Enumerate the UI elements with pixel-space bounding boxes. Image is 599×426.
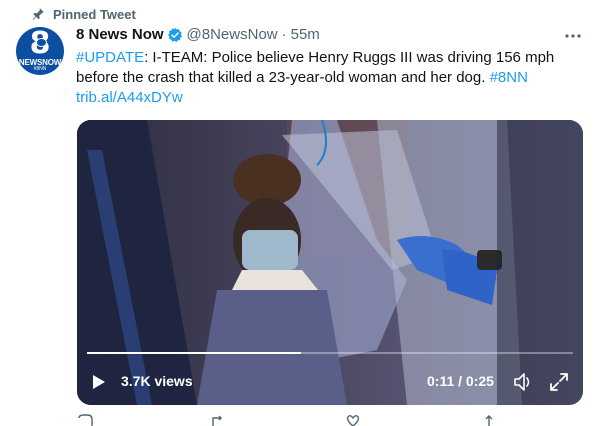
author-name[interactable]: 8 News Now [76,26,164,43]
play-icon[interactable] [91,374,107,390]
tweet-text: #UPDATE: I-TEAM: Police believe Henry Ru… [76,48,576,108]
pin-icon [32,8,44,20]
avatar-eye-mark [36,38,47,47]
video-progress-fill [87,352,301,354]
tweet-body: : I-TEAM: Police believe Henry Ruggs III… [76,49,555,86]
more-options-icon[interactable] [563,28,583,44]
video-frame [77,120,583,405]
reply-icon[interactable] [76,414,94,426]
pinned-tweet-indicator: Pinned Tweet [32,6,136,22]
author-handle[interactable]: @8NewsNow [187,26,278,43]
video-player[interactable]: 3.7K views 0:11 / 0:25 [77,120,583,405]
tweet-url-link[interactable]: trib.al/A44xDYw [76,89,183,106]
tweet-timestamp[interactable]: 55m [291,26,320,43]
volume-icon[interactable] [512,371,534,393]
view-count: 3.7K views [121,373,193,389]
verified-badge-icon [167,27,182,42]
avatar-brand-tag: #8NN [33,66,47,72]
video-progress-bar[interactable] [87,352,573,354]
pinned-label: Pinned Tweet [53,6,136,22]
tweet-header: 8 News Now @8NewsNow · 55m [76,26,320,43]
fullscreen-icon[interactable] [549,372,569,392]
video-controls: 3.7K views 0:11 / 0:25 [77,366,583,396]
like-icon[interactable] [344,414,362,426]
tweet-actions-bar [76,414,546,426]
share-icon[interactable] [480,414,498,426]
hashtag-update-link[interactable]: #UPDATE [76,49,144,66]
retweet-icon[interactable] [209,414,227,426]
video-timecode: 0:11 / 0:25 [427,373,494,389]
hashtag-8nn-link[interactable]: #8NN [490,69,528,86]
avatar[interactable]: 8 NEWSNOW #8NN [16,27,64,75]
header-separator: · [281,26,287,43]
